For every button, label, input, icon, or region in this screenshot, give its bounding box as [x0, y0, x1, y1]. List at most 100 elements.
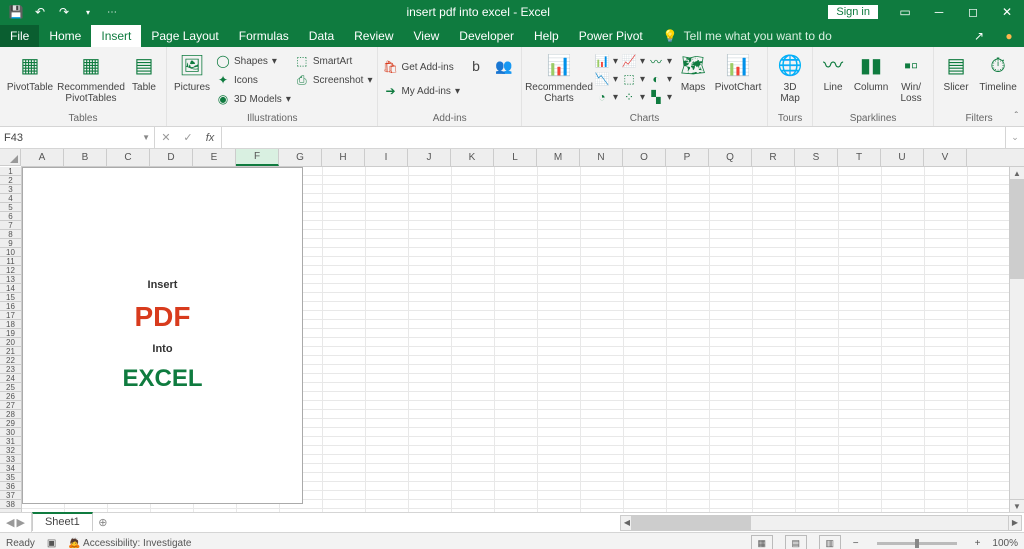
row-header-5[interactable]: 5: [0, 203, 21, 212]
row-header-11[interactable]: 11: [0, 257, 21, 266]
row-header-16[interactable]: 16: [0, 302, 21, 311]
formula-input[interactable]: [222, 127, 1005, 148]
col-header-K[interactable]: K: [451, 149, 494, 166]
col-header-D[interactable]: D: [150, 149, 193, 166]
col-header-E[interactable]: E: [193, 149, 236, 166]
my-addins-button[interactable]: ➔My Add-ins ▾: [383, 82, 460, 100]
horizontal-scrollbar[interactable]: ◀ ▶: [620, 515, 1022, 531]
zoom-level[interactable]: 100%: [992, 538, 1018, 549]
sheet-prev-icon[interactable]: ◀: [6, 516, 14, 529]
row-headers[interactable]: 1234567891011121314151617181920212223242…: [0, 167, 22, 512]
row-header-17[interactable]: 17: [0, 311, 21, 320]
row-header-36[interactable]: 36: [0, 482, 21, 491]
screenshot-button[interactable]: ⎙Screenshot ▾: [295, 71, 373, 89]
zoom-in-icon[interactable]: +: [975, 538, 981, 549]
row-header-22[interactable]: 22: [0, 356, 21, 365]
col-header-S[interactable]: S: [795, 149, 838, 166]
tab-formulas[interactable]: Formulas: [229, 25, 299, 47]
row-header-15[interactable]: 15: [0, 293, 21, 302]
row-header-1[interactable]: 1: [0, 167, 21, 176]
row-header-6[interactable]: 6: [0, 212, 21, 221]
row-header-14[interactable]: 14: [0, 284, 21, 293]
hscroll-thumb[interactable]: [631, 516, 751, 530]
row-header-33[interactable]: 33: [0, 455, 21, 464]
sign-in-button[interactable]: Sign in: [828, 5, 878, 19]
col-header-H[interactable]: H: [322, 149, 365, 166]
row-header-29[interactable]: 29: [0, 419, 21, 428]
row-header-19[interactable]: 19: [0, 329, 21, 338]
row-header-38[interactable]: 38: [0, 500, 21, 509]
tab-data[interactable]: Data: [299, 25, 344, 47]
pictures-button[interactable]: 🖼Pictures: [172, 50, 212, 93]
row-header-37[interactable]: 37: [0, 491, 21, 500]
maximize-icon[interactable]: ◻: [956, 0, 990, 24]
col-header-P[interactable]: P: [666, 149, 709, 166]
row-header-25[interactable]: 25: [0, 383, 21, 392]
vertical-scrollbar[interactable]: ▲ ▼: [1009, 167, 1024, 512]
row-header-9[interactable]: 9: [0, 239, 21, 248]
shapes-button[interactable]: ◯Shapes ▾: [216, 52, 291, 70]
row-header-30[interactable]: 30: [0, 428, 21, 437]
icons-button[interactable]: ✦Icons: [216, 71, 291, 89]
col-header-L[interactable]: L: [494, 149, 537, 166]
col-header-G[interactable]: G: [279, 149, 322, 166]
row-header-20[interactable]: 20: [0, 338, 21, 347]
tab-insert[interactable]: Insert: [91, 25, 141, 47]
col-header-N[interactable]: N: [580, 149, 623, 166]
3d-models-button[interactable]: ◉3D Models ▾: [216, 90, 291, 108]
tab-file[interactable]: File: [0, 25, 39, 47]
row-header-31[interactable]: 31: [0, 437, 21, 446]
col-header-F[interactable]: F: [236, 149, 279, 166]
chart-bar-button[interactable]: 📊▾ 📈▾ 〰▾: [595, 52, 672, 70]
enter-formula-icon[interactable]: ✓: [177, 131, 199, 144]
table-button[interactable]: ▤Table: [127, 50, 161, 93]
scroll-down-icon[interactable]: ▼: [1010, 499, 1024, 512]
col-header-U[interactable]: U: [881, 149, 924, 166]
col-header-A[interactable]: A: [21, 149, 64, 166]
recommended-charts-button[interactable]: 📊Recommended Charts: [527, 50, 591, 104]
macro-record-icon[interactable]: ▣: [47, 538, 56, 549]
qat-customize-icon[interactable]: ▾: [78, 2, 98, 22]
bing-maps-button[interactable]: b: [464, 50, 488, 80]
view-normal-icon[interactable]: ▦: [751, 535, 773, 549]
col-header-B[interactable]: B: [64, 149, 107, 166]
row-header-28[interactable]: 28: [0, 410, 21, 419]
sheet-next-icon[interactable]: ▶: [16, 516, 24, 529]
cells-area[interactable]: Insert PDF Into EXCEL: [22, 167, 1024, 512]
row-header-32[interactable]: 32: [0, 446, 21, 455]
tell-me[interactable]: 💡Tell me what you want to do: [653, 25, 842, 47]
tab-home[interactable]: Home: [39, 25, 91, 47]
cancel-formula-icon[interactable]: ✕: [155, 131, 177, 144]
row-header-34[interactable]: 34: [0, 464, 21, 473]
view-page-layout-icon[interactable]: ▤: [785, 535, 807, 549]
pivottable-button[interactable]: ▦PivotTable: [5, 50, 55, 93]
close-icon[interactable]: ✕: [990, 0, 1024, 24]
row-header-2[interactable]: 2: [0, 176, 21, 185]
col-header-J[interactable]: J: [408, 149, 451, 166]
get-addins-button[interactable]: 🛍Get Add-ins: [383, 58, 460, 76]
row-header-10[interactable]: 10: [0, 248, 21, 257]
undo-icon[interactable]: ↶: [30, 2, 50, 22]
pivotchart-button[interactable]: 📊PivotChart: [714, 50, 762, 93]
view-page-break-icon[interactable]: ▥: [819, 535, 841, 549]
sparkline-column-button[interactable]: ▮▮Column: [852, 50, 890, 93]
slicer-button[interactable]: ▤Slicer: [939, 50, 973, 93]
tab-developer[interactable]: Developer: [449, 25, 524, 47]
col-header-M[interactable]: M: [537, 149, 580, 166]
smartart-button[interactable]: ⬚SmartArt: [295, 52, 373, 70]
row-header-23[interactable]: 23: [0, 365, 21, 374]
expand-formula-icon[interactable]: ⌄: [1005, 127, 1024, 148]
sheet-nav[interactable]: ◀▶: [0, 513, 32, 532]
column-headers[interactable]: ABCDEFGHIJKLMNOPQRSTUV: [21, 149, 1024, 167]
zoom-thumb[interactable]: [915, 539, 919, 548]
row-header-3[interactable]: 3: [0, 185, 21, 194]
row-header-27[interactable]: 27: [0, 401, 21, 410]
sheet-tab-sheet1[interactable]: Sheet1: [32, 512, 93, 531]
worksheet-grid[interactable]: ABCDEFGHIJKLMNOPQRSTUV 12345678910111213…: [0, 149, 1024, 512]
row-header-24[interactable]: 24: [0, 374, 21, 383]
accessibility-status[interactable]: 🙇 Accessibility: Investigate: [68, 538, 191, 549]
col-header-I[interactable]: I: [365, 149, 408, 166]
tab-help[interactable]: Help: [524, 25, 569, 47]
scroll-right-icon[interactable]: ▶: [1008, 516, 1021, 530]
tab-power-pivot[interactable]: Power Pivot: [569, 25, 653, 47]
